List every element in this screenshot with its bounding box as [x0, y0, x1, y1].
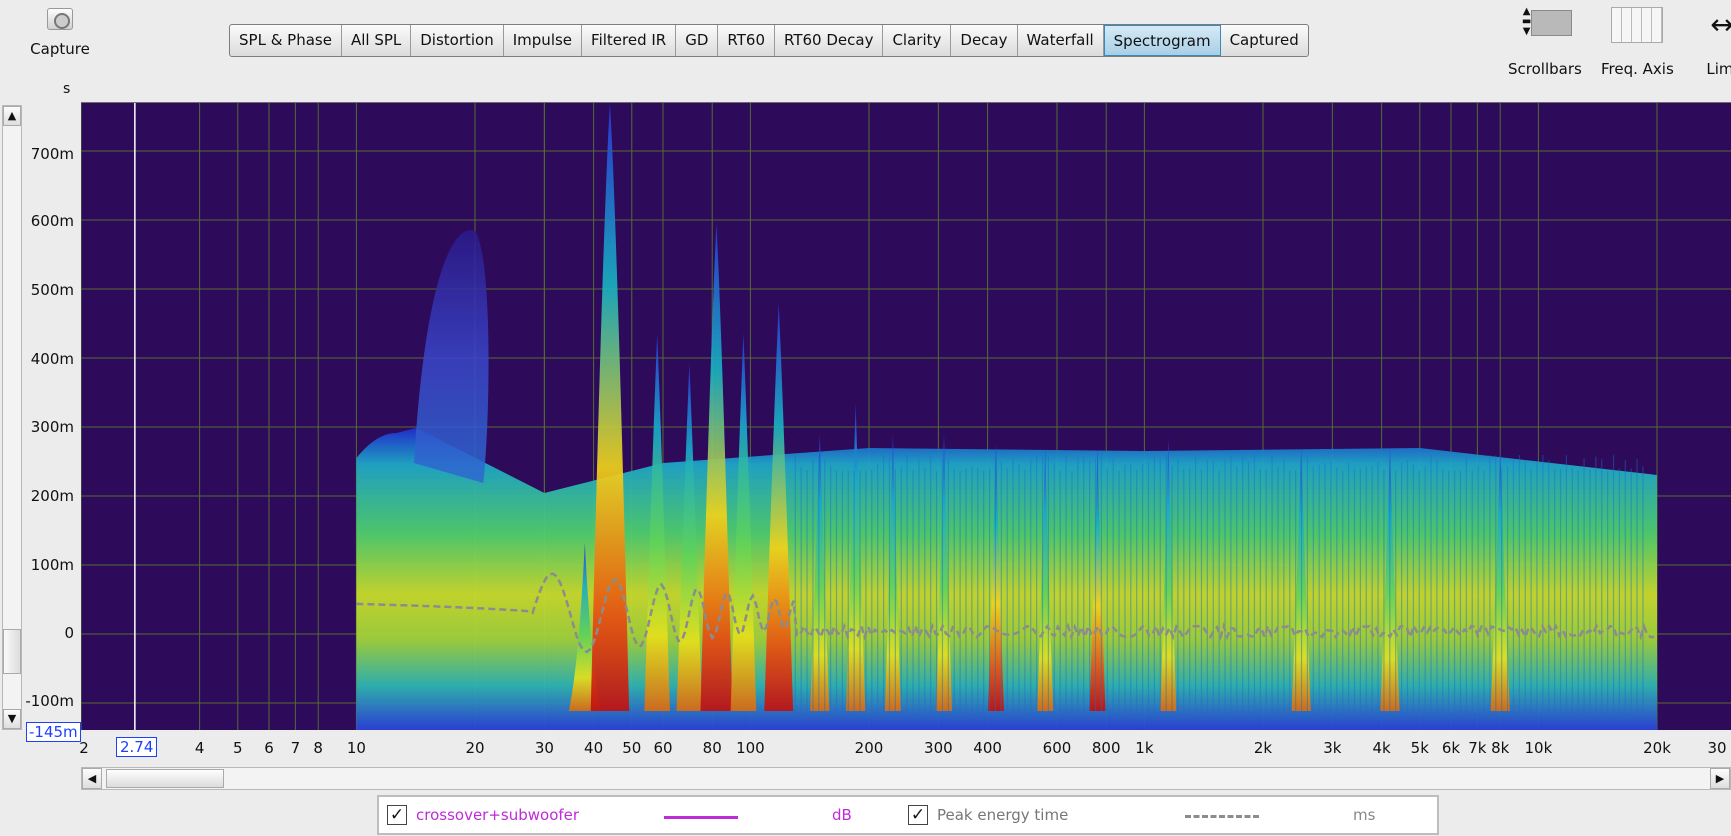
camera-icon: [47, 8, 73, 30]
y-axis-unit: s: [63, 81, 71, 97]
peak-energy-unit: ms: [1353, 806, 1376, 824]
vertical-scrollbar[interactable]: ▲ ▼: [2, 105, 22, 730]
scroll-down-icon[interactable]: ▼: [3, 709, 21, 729]
y-tick: -100m: [25, 692, 74, 710]
x-tick: 1k: [1135, 739, 1154, 757]
x-tick: 10k: [1524, 739, 1553, 757]
legend: ✓ crossover+subwoofer dB ✓ Peak energy t…: [377, 795, 1439, 835]
x-tick: 8: [313, 739, 323, 757]
horizontal-scroll-thumb[interactable]: [106, 769, 224, 788]
x-tick: 7k: [1468, 739, 1487, 757]
x-tick: 300: [924, 739, 953, 757]
x-tick: 4k: [1372, 739, 1391, 757]
scrollbars-button[interactable]: ▲ ▬ ▼ Scrollbars: [1508, 7, 1582, 79]
x-tick: 400: [973, 739, 1002, 757]
x-tick: 20: [465, 739, 485, 757]
scrollbars-label: Scrollbars: [1508, 60, 1582, 78]
spectrogram-canvas: [81, 103, 1731, 730]
tab-gd[interactable]: GD: [676, 25, 719, 56]
rew-spectrogram-window: Capture SPL & Phase All SPL Distortion I…: [0, 0, 1731, 836]
x-tick: 10: [346, 739, 366, 757]
tab-filtered-ir[interactable]: Filtered IR: [582, 25, 677, 56]
y-tick: 300m: [30, 418, 74, 436]
tab-distortion[interactable]: Distortion: [411, 25, 504, 56]
scrollbars-icon: ▲ ▬ ▼: [1520, 7, 1572, 43]
tab-spectrogram[interactable]: Spectrogram: [1103, 25, 1221, 56]
limits-button[interactable]: ↔ Limi: [1697, 7, 1731, 78]
scroll-left-icon[interactable]: ◀: [82, 768, 102, 789]
freq-axis-label: Freq. Axis: [1601, 60, 1674, 78]
y-tick: 0: [64, 624, 74, 642]
series-unit: dB: [832, 806, 852, 824]
y-min-field[interactable]: -145m: [26, 722, 81, 742]
peak-energy-checkbox[interactable]: ✓: [908, 805, 928, 825]
capture-button[interactable]: Capture: [28, 8, 92, 58]
x-tick: 30: [1707, 739, 1727, 757]
x-tick: 5k: [1410, 739, 1429, 757]
x-tick: 7: [290, 739, 301, 757]
tab-rt60-decay[interactable]: RT60 Decay: [775, 25, 884, 56]
x-tick: 6: [264, 739, 274, 757]
x-tick: 5: [233, 739, 243, 757]
x-tick: 8k: [1491, 739, 1510, 757]
x-tick: 2k: [1253, 739, 1273, 757]
scroll-up-icon[interactable]: ▲: [3, 106, 21, 126]
x-tick: 6k: [1441, 739, 1461, 757]
x-tick: 40: [584, 739, 604, 757]
y-tick: 100m: [30, 556, 74, 574]
scroll-right-icon[interactable]: ▶: [1710, 768, 1730, 789]
x-tick: 30: [534, 739, 554, 757]
x-tick: 800: [1091, 739, 1121, 757]
x-tick: 20k: [1643, 739, 1671, 757]
x-cursor-field[interactable]: 2.74: [116, 737, 158, 757]
limits-icon: ↔: [1710, 8, 1731, 41]
tab-clarity[interactable]: Clarity: [883, 25, 952, 56]
x-tick: 60: [653, 739, 673, 757]
spectrogram-low-lobe: [413, 230, 489, 483]
x-tick: 100: [736, 739, 765, 757]
tab-rt60[interactable]: RT60: [718, 25, 775, 56]
graph-tabs: SPL & Phase All SPL Distortion Impulse F…: [229, 24, 1309, 57]
tab-decay[interactable]: Decay: [951, 25, 1018, 56]
spectrogram-resonance-peak: [590, 103, 630, 711]
y-tick: 500m: [30, 281, 74, 299]
spectrogram-plot[interactable]: [81, 102, 1731, 730]
series-name: crossover+subwoofer: [416, 806, 580, 824]
x-tick: 3k: [1323, 739, 1342, 757]
x-tick: 200: [854, 739, 884, 757]
x-tick: 50: [622, 739, 642, 757]
tab-impulse[interactable]: Impulse: [504, 25, 583, 56]
tab-captured[interactable]: Captured: [1221, 25, 1308, 56]
freq-axis-button[interactable]: Freq. Axis: [1601, 7, 1674, 78]
capture-label: Capture: [30, 40, 90, 58]
series-line-swatch: [664, 816, 738, 819]
horizontal-scrollbar[interactable]: ◀ ▶: [81, 767, 1731, 790]
vertical-scroll-thumb[interactable]: [3, 629, 21, 674]
tab-spl-phase[interactable]: SPL & Phase: [230, 25, 342, 56]
peak-energy-name: Peak energy time: [937, 806, 1069, 824]
x-tick: 600: [1042, 739, 1072, 757]
tab-all-spl[interactable]: All SPL: [342, 25, 412, 56]
x-tick: 2: [79, 739, 89, 757]
x-tick: 80: [702, 739, 722, 757]
x-tick: 4: [194, 739, 205, 757]
y-tick: 400m: [30, 350, 74, 368]
peak-energy-line-swatch: [1185, 815, 1259, 818]
y-tick: 700m: [30, 145, 74, 163]
freq-axis-icon: [1611, 7, 1664, 43]
series-checkbox[interactable]: ✓: [387, 805, 407, 825]
tab-waterfall[interactable]: Waterfall: [1018, 25, 1104, 56]
limits-label: Limi: [1706, 60, 1731, 78]
y-tick: 600m: [30, 212, 74, 230]
y-tick: 200m: [30, 487, 74, 505]
